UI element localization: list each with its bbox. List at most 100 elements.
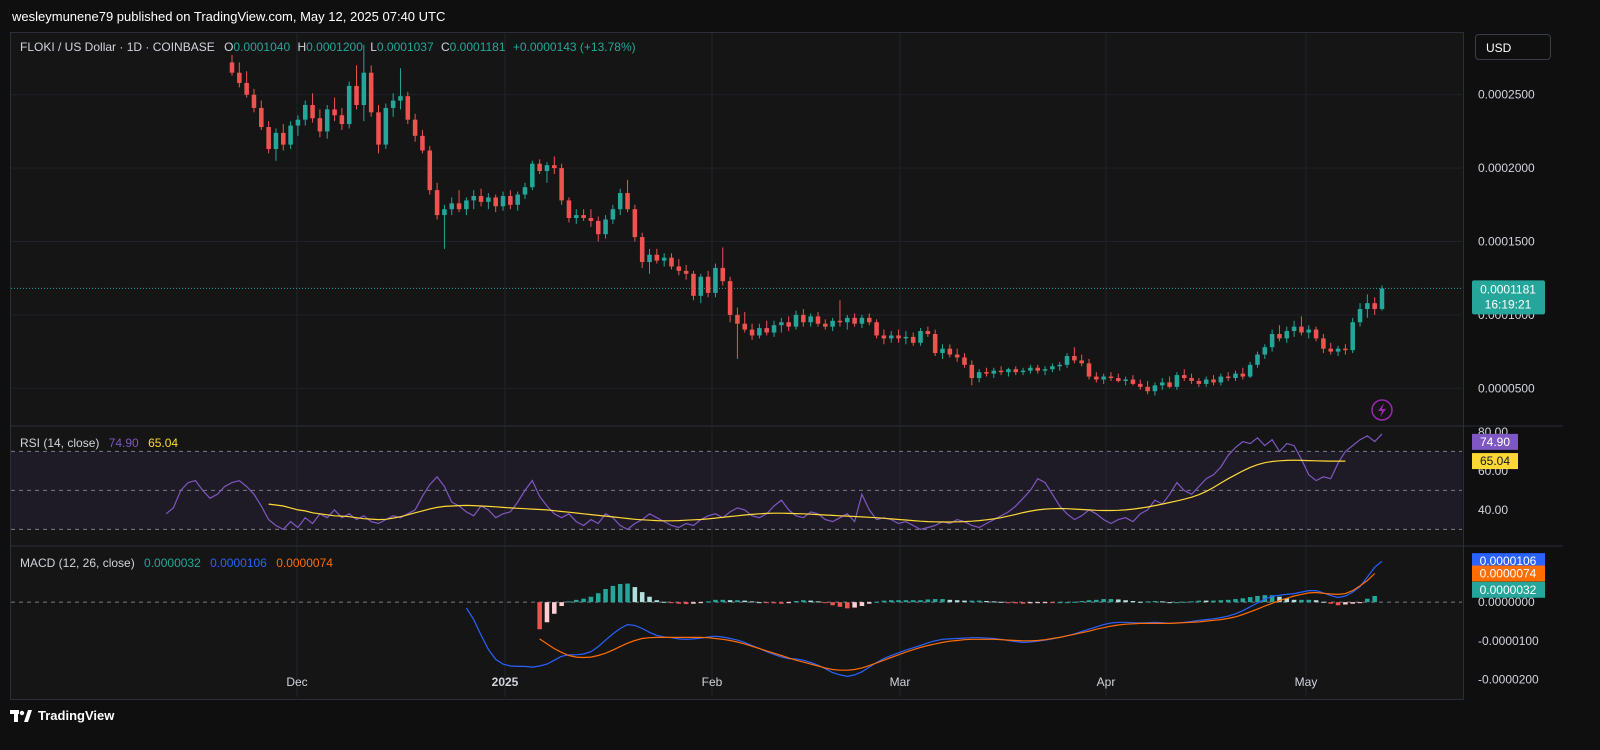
- macd-histogram-bar: [588, 596, 594, 603]
- candle-body: [925, 331, 931, 334]
- candle-body: [610, 209, 616, 220]
- macd-histogram-bar: [566, 601, 572, 603]
- candle-body: [368, 72, 374, 113]
- macd-signal-line: [539, 573, 1376, 671]
- candle-body: [735, 314, 740, 324]
- ohlc-high-value: 0.0001200: [306, 40, 363, 54]
- candle-body: [1313, 329, 1319, 339]
- time-axis-tick: Feb: [702, 675, 723, 689]
- macd-histogram-bar: [1042, 602, 1048, 604]
- macd-histogram-bar: [859, 602, 865, 607]
- candle-body: [757, 328, 762, 336]
- candle-body: [910, 336, 916, 343]
- macd-histogram-bar: [1050, 602, 1055, 604]
- candle-body: [595, 220, 601, 235]
- candle-body: [654, 254, 660, 261]
- macd-title[interactable]: MACD (12, 26, close): [20, 556, 135, 570]
- macd-histogram-bar: [991, 601, 997, 603]
- lightning-icon-bolt: [1378, 403, 1386, 417]
- candle-body: [500, 196, 506, 207]
- candle-body: [727, 281, 733, 315]
- macd-histogram-bar: [698, 602, 704, 604]
- candle-body: [1094, 376, 1099, 380]
- candle-body: [691, 273, 696, 296]
- macd-histogram-bar: [786, 602, 791, 604]
- macd-histogram-bar: [925, 599, 931, 603]
- rsi-title[interactable]: RSI (14, close): [20, 436, 99, 450]
- candle-body: [1240, 373, 1246, 377]
- price-change: +0.0000143 (+13.78%): [512, 40, 636, 54]
- candle-body: [1299, 326, 1304, 333]
- candle-body: [471, 196, 476, 201]
- candle-body: [859, 317, 865, 324]
- macd-histogram-bar: [661, 601, 667, 603]
- chart-canvas[interactable]: 0.00005000.00010000.00015000.00020000.00…: [0, 0, 1600, 700]
- candle-body: [1108, 376, 1114, 379]
- macd-histogram-bar: [1365, 598, 1370, 603]
- ohlc-high-label: H: [297, 40, 307, 54]
- candle-body: [288, 125, 293, 145]
- rsi-ma-value: 65.04: [148, 436, 179, 450]
- candle-body: [1028, 367, 1033, 371]
- macd-histogram-bar: [962, 600, 967, 603]
- candle-body: [486, 197, 491, 202]
- macd-histogram-bar: [544, 602, 550, 623]
- macd-histogram-bar: [595, 593, 601, 603]
- candle-body: [932, 333, 938, 354]
- macd-histogram-bar: [669, 602, 674, 604]
- macd-histogram-bar: [1233, 599, 1238, 603]
- macd-histogram-bar: [771, 602, 777, 604]
- macd-histogram-bar: [940, 599, 945, 603]
- macd-histogram-bar: [735, 600, 740, 603]
- candle-body: [493, 197, 498, 207]
- macd-histogram-bar: [881, 600, 887, 603]
- ohlc-low-label: L: [370, 40, 377, 54]
- macd-histogram-bar: [625, 583, 630, 603]
- candle-body: [1138, 383, 1143, 387]
- candle-body: [1013, 369, 1019, 373]
- candle-body: [823, 323, 828, 327]
- rsi-value: 74.90: [108, 436, 139, 450]
- tradingview-logo[interactable]: TradingView: [10, 708, 114, 723]
- rsi-axis-tick: 40.00: [1478, 503, 1508, 517]
- macd-histogram-bar: [998, 601, 1004, 603]
- candle-body: [376, 112, 381, 145]
- ohlc-low-value: 0.0001037: [376, 40, 434, 54]
- macd-histogram-bar: [1167, 602, 1172, 604]
- macd-histogram-bar: [1225, 599, 1231, 603]
- macd-histogram-bar: [1006, 602, 1011, 604]
- candle-body: [874, 322, 879, 336]
- macd-histogram-bar: [1108, 599, 1114, 603]
- macd-histogram-bar: [610, 585, 616, 603]
- candle-body: [354, 85, 359, 105]
- macd-histogram-bar: [1035, 602, 1041, 604]
- macd-histogram-bar: [866, 602, 872, 604]
- price-axis-tick: 0.0001500: [1478, 235, 1535, 249]
- macd-histogram-bar: [1152, 600, 1158, 603]
- symbol-title[interactable]: FLOKI / US Dollar · 1D · COINBASE: [20, 40, 215, 54]
- macd-histogram-bar: [559, 602, 564, 607]
- candle-body: [779, 322, 784, 326]
- candle-body: [281, 132, 286, 145]
- macd-line-value: 0.0000106: [210, 556, 267, 570]
- candle-body: [1130, 379, 1136, 384]
- macd-histogram-bar: [1328, 602, 1333, 604]
- macd-axis-tick: -0.0000100: [1478, 634, 1539, 648]
- candle-body: [427, 150, 433, 191]
- macd-histogram-bar: [793, 600, 799, 603]
- macd-histogram-bar: [632, 587, 638, 603]
- macd-histogram-bar: [1116, 599, 1121, 603]
- candle-body: [647, 254, 652, 263]
- macd-histogram-bar: [1101, 599, 1106, 603]
- candle-body: [317, 118, 323, 132]
- candle-body: [464, 200, 469, 210]
- candle-body: [1262, 347, 1268, 355]
- candle-body: [390, 100, 396, 108]
- currency-button[interactable]: USD: [1475, 34, 1551, 60]
- candle-body: [1284, 331, 1290, 339]
- candle-body: [1247, 364, 1253, 377]
- macd-histogram-bar: [1306, 599, 1312, 603]
- macd-histogram-bar: [705, 601, 711, 603]
- candle-body: [1079, 360, 1084, 364]
- candle-body: [552, 165, 557, 169]
